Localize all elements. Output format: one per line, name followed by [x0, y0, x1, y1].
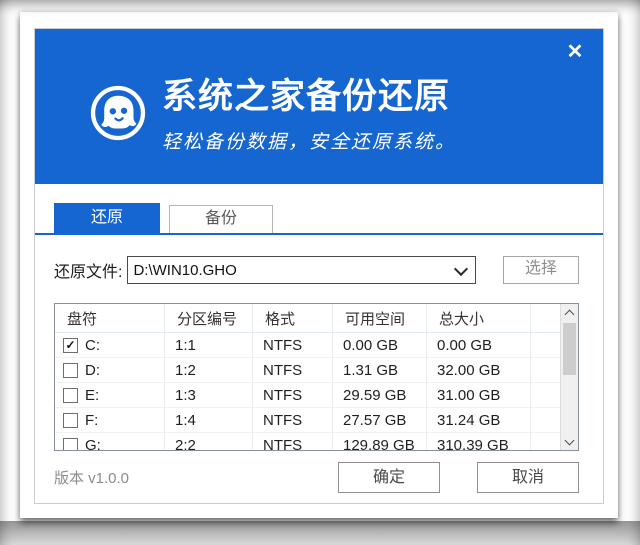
main-content: 还原 备份 还原文件: D:\WIN10.GHO 选择 盘符 分区: [35, 184, 603, 503]
restore-file-label: 还原文件:: [54, 258, 122, 282]
table-row[interactable]: G: 2:2 NTFS 129.89 GB 310.39 GB: [55, 433, 561, 451]
cell-partition: 1:1: [165, 333, 253, 357]
app-title: 系统之家备份还原: [162, 79, 456, 116]
restore-file-row: 还原文件: D:\WIN10.GHO 选择: [54, 256, 579, 284]
col-header-free: 可用空间: [333, 304, 427, 332]
cell-free: 27.57 GB: [333, 408, 427, 432]
app-subtitle: 轻松备份数据，安全还原系统。: [162, 127, 456, 154]
cell-drive-wrap: ✓ C:: [55, 333, 165, 357]
row-checkbox[interactable]: [63, 438, 78, 452]
cell-drive: D:: [85, 362, 100, 379]
cell-total: 310.39 GB: [427, 433, 531, 451]
cell-total: 31.24 GB: [427, 408, 531, 432]
scrollbar-thumb[interactable]: [563, 323, 576, 375]
cell-total: 31.00 GB: [427, 383, 531, 407]
cell-drive-wrap: G:: [55, 433, 165, 451]
table-scrollbar[interactable]: [560, 304, 578, 450]
cell-partition: 1:4: [165, 408, 253, 432]
cell-free: 129.89 GB: [333, 433, 427, 451]
cell-total: 0.00 GB: [427, 333, 531, 357]
row-checkbox[interactable]: [63, 388, 78, 403]
restore-file-value[interactable]: D:\WIN10.GHO: [128, 262, 236, 279]
cell-drive-wrap: F:: [55, 408, 165, 432]
table-row[interactable]: D: 1:2 NTFS 1.31 GB 32.00 GB: [55, 358, 561, 383]
cell-partition: 1:3: [165, 383, 253, 407]
cell-free: 1.31 GB: [333, 358, 427, 382]
tab-backup[interactable]: 备份: [169, 205, 273, 233]
cell-filler: [531, 358, 561, 382]
cell-filler: [531, 433, 561, 451]
col-header-drive: 盘符: [55, 304, 165, 332]
cell-partition: 2:2: [165, 433, 253, 451]
cell-drive: F:: [85, 412, 98, 429]
chevron-down-icon: [565, 436, 575, 446]
ok-button[interactable]: 确定: [338, 462, 440, 493]
cell-format: NTFS: [253, 408, 333, 432]
restore-file-combobox[interactable]: D:\WIN10.GHO: [127, 256, 476, 284]
app-window: ✕ 系统之家备份还原 轻松备份数据，安全还原系统。: [20, 12, 618, 518]
cell-filler: [531, 408, 561, 432]
scroll-up-button[interactable]: [561, 304, 578, 321]
version-label: 版本 v1.0.0: [54, 467, 338, 488]
cell-drive: C:: [85, 337, 100, 354]
cell-drive-wrap: E:: [55, 383, 165, 407]
cell-format: NTFS: [253, 383, 333, 407]
cell-drive: E:: [85, 387, 99, 404]
col-header-format: 格式: [253, 304, 333, 332]
chevron-up-icon: [565, 310, 575, 320]
cell-filler: [531, 333, 561, 357]
table-header-row: 盘符 分区编号 格式 可用空间 总大小: [55, 304, 561, 333]
cell-drive: G:: [85, 437, 101, 452]
col-header-filler: [531, 304, 561, 332]
cell-filler: [531, 383, 561, 407]
window-inner-frame: ✕ 系统之家备份还原 轻松备份数据，安全还原系统。: [34, 28, 604, 504]
brand-block: 系统之家备份还原 轻松备份数据，安全还原系统。: [35, 29, 603, 154]
col-header-total: 总大小: [427, 304, 531, 332]
app-header: ✕ 系统之家备份还原 轻松备份数据，安全还原系统。: [35, 29, 603, 184]
cell-total: 32.00 GB: [427, 358, 531, 382]
partition-table-grid: 盘符 分区编号 格式 可用空间 总大小 ✓ C: 1:1 NTFS 0.00 G…: [55, 304, 561, 450]
cell-format: NTFS: [253, 358, 333, 382]
cell-partition: 1:2: [165, 358, 253, 382]
table-row[interactable]: ✓ C: 1:1 NTFS 0.00 GB 0.00 GB: [55, 333, 561, 358]
row-checkbox[interactable]: ✓: [63, 338, 78, 353]
col-header-partition: 分区编号: [165, 304, 253, 332]
ghost-logo-icon: [87, 82, 149, 144]
table-row[interactable]: E: 1:3 NTFS 29.59 GB 31.00 GB: [55, 383, 561, 408]
cell-format: NTFS: [253, 333, 333, 357]
cell-drive-wrap: D:: [55, 358, 165, 382]
footer-bar: 版本 v1.0.0 确定 取消: [54, 462, 579, 493]
partition-table: 盘符 分区编号 格式 可用空间 总大小 ✓ C: 1:1 NTFS 0.00 G…: [54, 303, 579, 451]
tab-restore[interactable]: 还原: [54, 203, 160, 233]
row-checkbox[interactable]: [63, 413, 78, 428]
check-icon: ✓: [65, 339, 75, 351]
browse-button[interactable]: 选择: [503, 256, 579, 284]
tab-bar: 还原 备份: [35, 184, 603, 235]
cell-free: 0.00 GB: [333, 333, 427, 357]
table-row[interactable]: F: 1:4 NTFS 27.57 GB 31.24 GB: [55, 408, 561, 433]
brand-text: 系统之家备份还原 轻松备份数据，安全还原系统。: [162, 79, 456, 154]
table-body: ✓ C: 1:1 NTFS 0.00 GB 0.00 GB D: 1:2 NTF…: [55, 333, 561, 451]
cell-free: 29.59 GB: [333, 383, 427, 407]
close-icon[interactable]: ✕: [564, 41, 586, 63]
chevron-down-icon[interactable]: [454, 262, 468, 276]
bottom-shadow-band: [0, 521, 640, 545]
row-checkbox[interactable]: [63, 363, 78, 378]
cancel-button[interactable]: 取消: [477, 462, 579, 493]
scroll-down-button[interactable]: [561, 433, 578, 450]
cell-format: NTFS: [253, 433, 333, 451]
screenshot-stage: ✕ 系统之家备份还原 轻松备份数据，安全还原系统。: [0, 0, 640, 545]
